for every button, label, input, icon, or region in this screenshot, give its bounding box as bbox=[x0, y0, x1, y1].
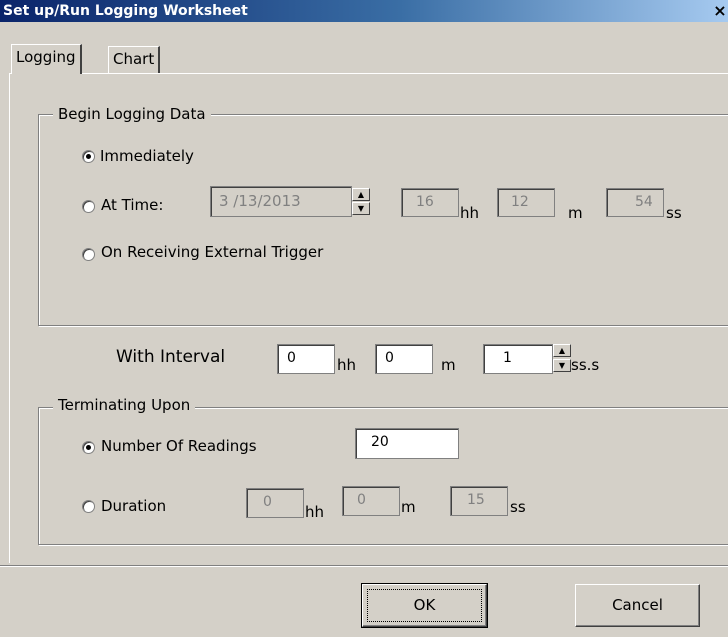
interval-minute-field[interactable]: 0 bbox=[375, 344, 433, 374]
duration-minute-field[interactable]: 0 bbox=[342, 486, 400, 516]
tab-chart-label: Chart bbox=[113, 50, 155, 68]
duration-second-unit: ss bbox=[510, 498, 526, 516]
radio-number-of-readings[interactable] bbox=[82, 441, 95, 454]
duration-minute-unit: m bbox=[401, 498, 416, 516]
date-spinner[interactable]: ▲ ▼ bbox=[352, 188, 370, 216]
start-hour-unit: hh bbox=[460, 204, 480, 222]
label-number-of-readings: Number Of Readings bbox=[101, 437, 257, 455]
spin-down-arrow-icon[interactable]: ▼ bbox=[352, 202, 370, 215]
ok-button[interactable]: OK bbox=[361, 583, 488, 628]
label-external-trigger: On Receiving External Trigger bbox=[101, 243, 324, 261]
spin-down-arrow-icon[interactable]: ▼ bbox=[553, 359, 571, 372]
radio-selected-dot bbox=[86, 154, 91, 159]
interval-second-field[interactable]: 1 bbox=[483, 344, 553, 374]
start-hour-field[interactable]: 16 bbox=[401, 188, 459, 217]
start-minute-unit: m bbox=[568, 204, 583, 222]
start-second-field[interactable]: 54 bbox=[606, 188, 664, 217]
focus-rectangle bbox=[367, 589, 482, 622]
tab-chart[interactable]: Chart bbox=[108, 46, 161, 73]
label-immediately: Immediately bbox=[100, 147, 194, 165]
cancel-button-label: Cancel bbox=[612, 596, 663, 614]
interval-minute-unit: m bbox=[441, 356, 456, 374]
tab-logging-label: Logging bbox=[16, 48, 76, 66]
date-field[interactable]: 3 /13/2013 bbox=[210, 186, 352, 217]
duration-hour-unit: hh bbox=[305, 503, 325, 521]
radio-selected-dot bbox=[86, 445, 91, 450]
radio-immediately[interactable] bbox=[82, 150, 95, 163]
start-minute-field[interactable]: 12 bbox=[497, 188, 555, 217]
interval-spinner[interactable]: ▲ ▼ bbox=[553, 344, 571, 374]
radio-external-trigger[interactable] bbox=[82, 248, 95, 261]
duration-hour-field[interactable]: 0 bbox=[246, 488, 304, 518]
separator-highlight bbox=[0, 566, 728, 567]
tab-logging[interactable]: Logging bbox=[11, 44, 82, 74]
spin-up-arrow-icon[interactable]: ▲ bbox=[352, 188, 370, 201]
interval-hour-unit: hh bbox=[337, 356, 357, 374]
readings-field[interactable]: 20 bbox=[355, 428, 459, 459]
label-at-time: At Time: bbox=[101, 196, 164, 214]
radio-duration[interactable] bbox=[82, 500, 95, 513]
interval-label: With Interval bbox=[116, 347, 226, 367]
cancel-button[interactable]: Cancel bbox=[575, 584, 700, 627]
radio-at-time[interactable] bbox=[82, 200, 95, 213]
window-title: Set up/Run Logging Worksheet bbox=[3, 3, 248, 19]
label-duration: Duration bbox=[101, 497, 167, 515]
start-second-unit: ss bbox=[666, 204, 682, 222]
interval-second-unit: ss.s bbox=[571, 356, 600, 374]
begin-logging-legend: Begin Logging Data bbox=[53, 105, 211, 123]
terminating-legend: Terminating Upon bbox=[53, 396, 196, 414]
duration-second-field[interactable]: 15 bbox=[450, 486, 508, 516]
spin-up-arrow-icon[interactable]: ▲ bbox=[553, 344, 571, 357]
interval-hour-field[interactable]: 0 bbox=[277, 344, 335, 374]
close-icon[interactable]: × bbox=[712, 1, 728, 21]
